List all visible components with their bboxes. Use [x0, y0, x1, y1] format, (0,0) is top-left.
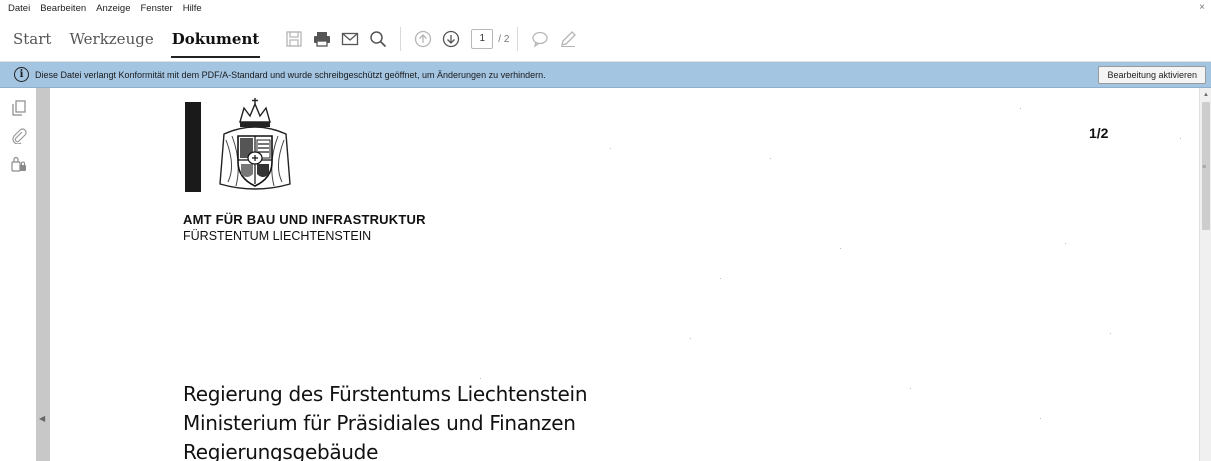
- toolbar-divider: [400, 27, 402, 51]
- tab-start[interactable]: Start: [0, 17, 60, 62]
- address-line-2: Ministerium für Präsidiales und Finanzen: [183, 411, 576, 435]
- scan-speck: [690, 338, 691, 339]
- scan-speck: [840, 248, 841, 249]
- print-icon[interactable]: [308, 25, 336, 53]
- menu-datei[interactable]: Datei: [0, 0, 35, 17]
- menu-hilfe[interactable]: Hilfe: [178, 0, 207, 17]
- scan-speck: [1040, 418, 1041, 419]
- page-number-input[interactable]: 1: [471, 29, 494, 49]
- splitter-grip-icon[interactable]: ≡: [1202, 164, 1206, 171]
- address-line-3: Regierungsgebäude: [183, 440, 379, 461]
- pages-icon[interactable]: [11, 100, 27, 116]
- scan-speck: [610, 148, 611, 149]
- menu-anzeige[interactable]: Anzeige: [91, 0, 135, 17]
- coat-of-arms-logo: [219, 98, 291, 190]
- search-icon[interactable]: [364, 25, 392, 53]
- info-message: Diese Datei verlangt Konformität mit dem…: [35, 69, 546, 80]
- comment-icon[interactable]: [526, 25, 554, 53]
- enable-editing-button[interactable]: Bearbeitung aktivieren: [1098, 66, 1206, 84]
- address-line-1: Regierung des Fürstentums Liechtenstein: [183, 382, 588, 406]
- scan-speck: [1180, 138, 1181, 139]
- scroll-up-arrow-icon[interactable]: ▲: [1203, 92, 1209, 98]
- document-page-number: 1/2: [1089, 125, 1109, 141]
- tab-dokument[interactable]: Dokument: [163, 17, 269, 62]
- menu-bearbeiten[interactable]: Bearbeiten: [35, 0, 91, 17]
- page-total: / 2: [498, 33, 510, 45]
- left-navigation-rail: [0, 88, 36, 461]
- pen-icon[interactable]: [554, 25, 582, 53]
- pdfa-info-bar: i Diese Datei verlangt Konformität mit d…: [0, 62, 1211, 88]
- close-icon[interactable]: ×: [1199, 2, 1205, 14]
- mail-icon[interactable]: [336, 25, 364, 53]
- organization-name: AMT FÜR BAU UND INFRASTRUKTUR: [183, 212, 426, 227]
- save-icon[interactable]: [280, 25, 308, 53]
- collapse-arrow-icon[interactable]: ◀: [39, 414, 45, 423]
- main-toolbar: Start Werkzeuge Dokument 1 / 2: [0, 17, 1211, 62]
- logo-bar: [185, 102, 201, 192]
- scan-speck: [720, 278, 721, 279]
- scan-speck: [480, 378, 481, 379]
- scan-speck: [1065, 243, 1066, 244]
- tab-werkzeuge[interactable]: Werkzeuge: [60, 17, 162, 62]
- page-up-icon[interactable]: [409, 25, 437, 53]
- page-down-icon[interactable]: [437, 25, 465, 53]
- menu-fenster[interactable]: Fenster: [135, 0, 177, 17]
- panel-collapse-strip[interactable]: [36, 88, 50, 461]
- scan-speck: [1020, 108, 1021, 109]
- toolbar-divider: [517, 27, 519, 51]
- security-lock-icon[interactable]: [11, 156, 27, 172]
- organization-subtitle: FÜRSTENTUM LIECHTENSTEIN: [183, 229, 372, 243]
- scan-speck: [910, 388, 911, 389]
- pdf-page: AMT FÜR BAU UND INFRASTRUKTUR FÜRSTENTUM…: [50, 88, 1199, 461]
- menu-bar: Datei Bearbeiten Anzeige Fenster Hilfe ×: [0, 0, 1211, 17]
- scan-speck: [1110, 333, 1111, 334]
- info-icon: i: [14, 67, 29, 82]
- attachment-icon[interactable]: [11, 128, 27, 145]
- vertical-scrollbar[interactable]: ▲ ≡: [1199, 88, 1211, 461]
- tool-icons: 1 / 2: [280, 25, 582, 53]
- scan-speck: [770, 158, 771, 159]
